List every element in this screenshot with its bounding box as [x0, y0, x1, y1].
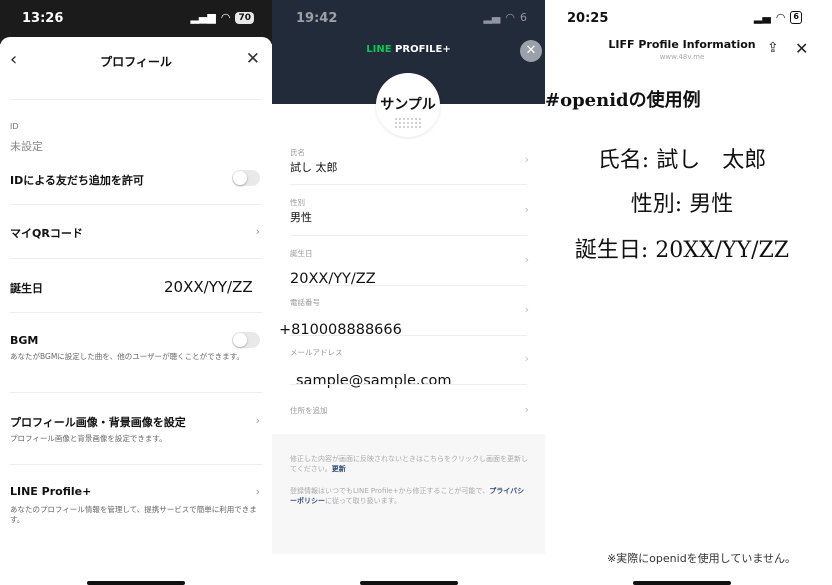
line-profile-plus-screen: 19:42 ▂▄ ◠ 6 LINE PROFILE+ ✕ サンプル 氏名 試し … [272, 0, 545, 585]
divider [290, 235, 527, 236]
profile-sheet: ‹ プロフィール ✕ [0, 37, 272, 585]
chevron-right-icon: › [524, 352, 529, 365]
birthday-value: 20XX/YY/ZZ [164, 278, 253, 296]
id-value: 未設定 [10, 140, 43, 153]
chevron-right-icon: › [524, 153, 529, 166]
footer-refresh-text: 修正した内容が画面に反映されないときはこちらをクリックし画面を更新してください。… [290, 455, 528, 473]
field-label: 性別 [290, 198, 305, 207]
bgm-description: あなたがBGMに設定した曲を、他のユーザーが聴くことができます。 [10, 352, 244, 361]
divider [290, 184, 527, 185]
signal-icon: ▂▄ [483, 11, 501, 24]
birthday-label: 誕生日 [10, 282, 43, 295]
profile-name-line: 氏名: 試し 太郎 [597, 148, 767, 173]
chevron-right-icon: › [524, 253, 529, 266]
battery-icon: 70 [235, 11, 254, 24]
wifi-icon: ◠ [505, 11, 515, 24]
divider [290, 335, 527, 336]
qr-label: マイQRコード [10, 227, 83, 240]
home-indicator [87, 581, 185, 585]
id-label: ID [10, 122, 19, 131]
home-indicator [633, 581, 731, 585]
divider [10, 312, 262, 313]
field-value: 試し 太郎 [290, 161, 338, 174]
avatar-pattern [394, 117, 422, 129]
profile-image-label: プロフィール画像・背景画像を設定 [10, 416, 186, 429]
wifi-icon: ◠ [775, 11, 786, 24]
status-icons: ▂▄▆ ◠ 70 [190, 11, 254, 24]
liff-profile-screen: 20:25 ▂▄ ◠ 6 LIFF Profile Information ww… [545, 0, 832, 585]
refresh-link[interactable]: 更新 [332, 465, 346, 473]
divider [10, 99, 262, 100]
field-label: 電話番号 [290, 298, 320, 307]
status-time: 19:42 [296, 11, 338, 26]
id-friend-label: IDによる友だち追加を許可 [10, 174, 144, 187]
bgm-label: BGM [10, 334, 39, 347]
divider [290, 285, 527, 286]
id-friend-toggle[interactable] [232, 170, 260, 186]
field-label: メールアドレス [290, 348, 343, 357]
profile-image-description: プロフィール画像と背景画像を設定できます。 [10, 434, 167, 443]
signal-icon: ▂▄ [753, 11, 771, 24]
share-icon[interactable]: ⇪ [767, 40, 779, 56]
chevron-right-icon: › [255, 225, 260, 238]
divider [290, 384, 527, 385]
status-icons: ▂▄ ◠ 6 [754, 11, 802, 24]
divider [10, 464, 262, 465]
chevron-right-icon: › [255, 485, 260, 498]
bgm-toggle[interactable] [232, 332, 260, 348]
close-icon[interactable]: ✕ [795, 39, 808, 58]
battery-icon: 6 [520, 11, 527, 24]
chevron-right-icon: › [255, 414, 260, 427]
divider [10, 258, 262, 259]
page-title: プロフィール [100, 55, 172, 69]
profile-plus-footer: 修正した内容が画面に反映されないときはこちらをクリックし画面を更新してください。… [272, 434, 545, 554]
field-value: 男性 [290, 211, 312, 224]
footer-privacy-text: 登録情報はいつでもLINE Profile+から修正することが可能で、プライバシ… [290, 487, 525, 505]
home-indicator [360, 581, 458, 585]
profile-gender-line: 性別: 男性 [630, 192, 734, 217]
battery-icon: 6 [790, 11, 802, 24]
status-time: 13:26 [22, 11, 64, 26]
line-profile-plus-logo: LINE PROFILE+ [366, 44, 451, 55]
divider [10, 204, 262, 205]
field-label: 誕生日 [290, 249, 313, 258]
avatar-name: サンプル [380, 97, 436, 113]
chevron-right-icon: › [524, 203, 529, 216]
close-icon[interactable]: ✕ [520, 40, 542, 62]
line-profile-plus-label: LINE Profile+ [10, 485, 92, 498]
wifi-icon: ◠ [220, 11, 231, 24]
chevron-right-icon: › [524, 403, 529, 416]
field-label: 氏名 [290, 148, 305, 157]
openid-heading: #openidの使用例 [545, 90, 701, 111]
signal-icon: ▂▄▆ [190, 11, 216, 24]
profile-birthday-line: 誕生日: 20XX/YY/ZZ [574, 238, 790, 263]
profile-header: ‹ プロフィール ✕ [0, 45, 272, 79]
status-time: 20:25 [567, 11, 609, 26]
avatar: サンプル [376, 73, 440, 137]
field-label: 住所を追加 [290, 406, 328, 415]
close-icon[interactable]: ✕ [246, 49, 260, 69]
status-icons: ▂▄ ◠ 6 [483, 11, 527, 24]
field-value: sample@sample.com [296, 373, 452, 389]
disclaimer-note: ※実際にopenidを使用していません。 [606, 552, 797, 565]
line-profile-plus-description: あなたのプロフィール情報を管理して、提携サービスで簡単に利用できます。 [10, 505, 257, 524]
divider [10, 392, 262, 393]
chevron-right-icon: › [524, 303, 529, 316]
line-profile-settings-screen: 13:26 ▂▄▆ ◠ 70 ‹ プロフィール ✕ ID 未設定 IDによる友だ… [0, 0, 272, 585]
